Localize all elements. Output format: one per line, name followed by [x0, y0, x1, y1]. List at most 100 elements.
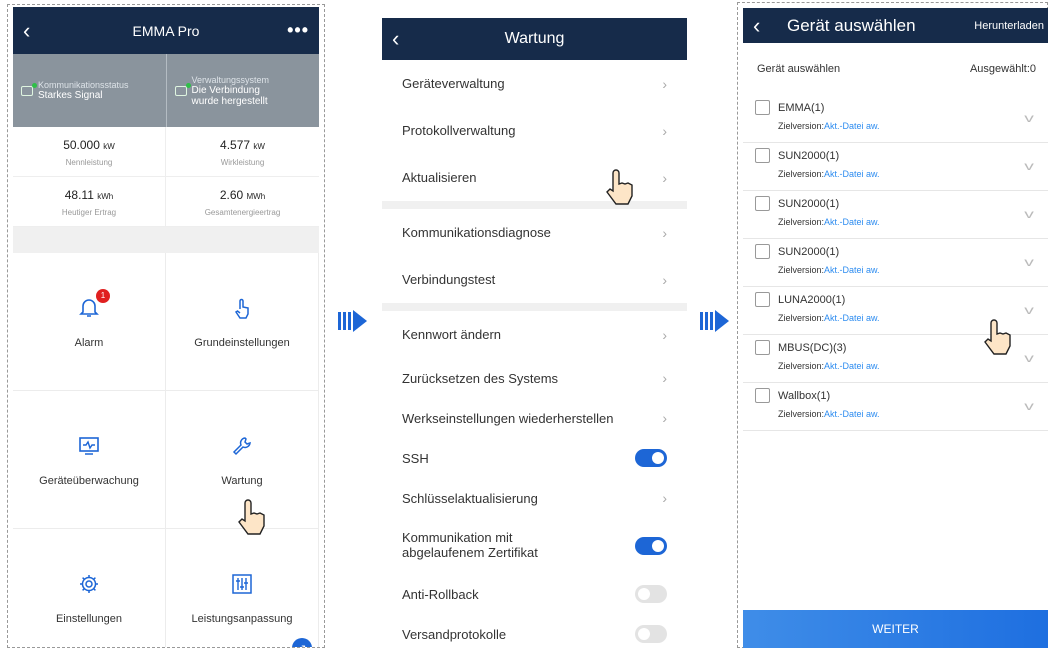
stat-unit: MWh	[246, 192, 266, 201]
shipping-logs-toggle[interactable]	[635, 625, 667, 643]
chevron-down-icon[interactable]: v	[1024, 303, 1034, 317]
version-label: Zielversion:	[778, 361, 825, 371]
back-icon[interactable]: ‹	[753, 14, 760, 37]
stat-unit: kWh	[97, 192, 114, 201]
select-file-link[interactable]: Akt.-Datei aw.	[824, 361, 880, 371]
wrench-icon	[229, 433, 255, 459]
tap-hand-icon	[606, 169, 633, 205]
chevron-down-icon[interactable]: v	[1024, 207, 1034, 221]
expired-certificate-toggle[interactable]	[635, 537, 667, 555]
menu-item-upgrade[interactable]: Aktualisieren ›	[382, 154, 687, 201]
version-label: Zielversion:	[778, 313, 825, 323]
nav-bar: ‹ EMMA Pro •••	[13, 7, 319, 54]
chevron-down-icon[interactable]: v	[1024, 351, 1034, 365]
chevron-right-icon: ›	[662, 370, 667, 386]
menu-item-communication-diagnosis[interactable]: Kommunikationsdiagnose ›	[382, 209, 687, 256]
tap-hand-icon	[238, 499, 265, 535]
signal-icon	[21, 82, 37, 96]
version-label: Zielversion:	[778, 217, 825, 227]
tile-power-adjustment[interactable]: Leistungsanpassung ↗	[166, 529, 319, 647]
device-list: EMMA(1) Zielversion:Akt.-Datei aw. v SUN20…	[743, 95, 1048, 431]
device-checkbox[interactable]	[755, 292, 770, 307]
select-file-link[interactable]: Akt.-Datei aw.	[824, 217, 880, 227]
device-checkbox[interactable]	[755, 148, 770, 163]
tile-alarm[interactable]: 1 Alarm	[13, 253, 166, 391]
menu-item-reset-system[interactable]: Zurücksetzen des Systems ›	[382, 358, 687, 398]
management-system-status: Verwaltungssystem Die Verbindung wurde h…	[165, 54, 320, 127]
select-file-link[interactable]: Akt.-Datei aw.	[824, 313, 880, 323]
stats-grid: 50.000 kW Nennleistung 4.577 kW Wirkleis…	[13, 127, 319, 227]
stat-rated-power: 50.000 kW Nennleistung	[13, 127, 166, 177]
device-name: SUN2000(1)	[778, 197, 840, 210]
device-checkbox[interactable]	[755, 388, 770, 403]
chevron-down-icon[interactable]: v	[1024, 111, 1034, 125]
connection-icon	[174, 82, 191, 96]
select-file-link[interactable]: Akt.-Datei aw.	[824, 169, 880, 179]
tile-basic-settings[interactable]: Grundeinstellungen	[166, 253, 319, 391]
page-title: EMMA Pro	[132, 22, 200, 39]
ssh-toggle[interactable]	[635, 449, 667, 467]
status-bar: Kommunikationsstatus Starkes Signal Verw…	[13, 54, 319, 127]
device-row[interactable]: Wallbox(1) Zielversion:Akt.-Datei aw. v	[743, 383, 1048, 431]
menu-item-ssh: SSH	[382, 438, 687, 478]
stat-label: Nennleistung	[65, 158, 113, 167]
device-row[interactable]: EMMA(1) Zielversion:Akt.-Datei aw. v	[743, 95, 1048, 143]
chevron-down-icon[interactable]: v	[1024, 255, 1034, 269]
select-file-link[interactable]: Akt.-Datei aw.	[824, 409, 880, 419]
select-file-link[interactable]: Akt.-Datei aw.	[824, 121, 880, 131]
version-label: Zielversion:	[778, 265, 825, 275]
chevron-right-icon: ›	[662, 122, 667, 139]
tile-label: Wartung	[221, 474, 263, 487]
device-row[interactable]: SUN2000(1) Zielversion:Akt.-Datei aw. v	[743, 143, 1048, 191]
download-button[interactable]: Herunterladen	[974, 20, 1044, 32]
device-name: SUN2000(1)	[778, 149, 840, 162]
device-checkbox[interactable]	[755, 340, 770, 355]
device-name: LUNA2000(1)	[778, 293, 846, 306]
stat-value: 50.000	[63, 138, 100, 152]
device-name: SUN2000(1)	[778, 245, 840, 258]
more-icon[interactable]: •••	[287, 20, 309, 41]
stat-total-yield: 2.60 MWh Gesamtenergieertrag	[166, 177, 319, 227]
device-checkbox[interactable]	[755, 196, 770, 211]
menu-item-device-management[interactable]: Geräteverwaltung ›	[382, 60, 687, 107]
tile-label: Alarm	[74, 336, 104, 349]
alarm-count-badge: 1	[96, 288, 110, 303]
menu-label: SSH	[402, 450, 429, 466]
stat-active-power: 4.577 kW Wirkleistung	[166, 127, 319, 177]
chevron-right-icon: ›	[662, 169, 667, 186]
device-checkbox[interactable]	[755, 100, 770, 115]
tap-hand-icon	[984, 319, 1011, 355]
settings-group-2: Kommunikationsdiagnose › Verbindungstest ›	[382, 209, 687, 303]
device-checkbox[interactable]	[755, 244, 770, 259]
menu-label: Zurücksetzen des Systems	[402, 370, 559, 386]
menu-label: Kennwort ändern	[402, 327, 502, 342]
tile-settings[interactable]: Einstellungen	[13, 529, 166, 647]
step-arrow-icon	[338, 310, 367, 332]
menu-item-key-update[interactable]: Schlüsselaktualisierung ›	[382, 478, 687, 518]
floating-chart-icon[interactable]: ↗	[292, 638, 312, 647]
stat-value: 48.11	[64, 188, 94, 202]
gear-icon	[76, 571, 102, 597]
menu-item-log-management[interactable]: Protokollverwaltung ›	[382, 107, 687, 154]
selection-header: Gerät auswählen Ausgewählt:0	[743, 43, 1048, 95]
menu-label: Anti-Rollback	[402, 586, 479, 602]
chevron-down-icon[interactable]: v	[1024, 159, 1034, 173]
device-row[interactable]: SUN2000(1) Zielversion:Akt.-Datei aw. v	[743, 191, 1048, 239]
status-label: Kommunikationsstatus	[38, 80, 129, 90]
menu-label: Geräteverwaltung	[402, 76, 505, 91]
tile-device-monitoring[interactable]: Geräteüberwachung	[13, 391, 166, 529]
select-file-link[interactable]: Akt.-Datei aw.	[824, 265, 880, 275]
anti-rollback-toggle[interactable]	[635, 585, 667, 603]
sliders-icon	[229, 571, 255, 597]
chevron-down-icon[interactable]: v	[1024, 399, 1034, 413]
next-button[interactable]: WEITER	[743, 610, 1048, 648]
tutorial-canvas: ‹ EMMA Pro ••• Kommunikationsstatus Star…	[0, 0, 1048, 648]
menu-item-connection-test[interactable]: Verbindungstest ›	[382, 256, 687, 303]
chevron-right-icon: ›	[662, 224, 667, 241]
back-icon[interactable]: ‹	[23, 19, 30, 42]
menu-item-factory-reset[interactable]: Werkseinstellungen wiederherstellen ›	[382, 398, 687, 438]
status-label: Verwaltungssystem	[191, 74, 270, 85]
menu-item-change-password[interactable]: Kennwort ändern ›	[382, 311, 687, 358]
device-row[interactable]: SUN2000(1) Zielversion:Akt.-Datei aw. v	[743, 239, 1048, 287]
back-icon[interactable]: ‹	[392, 28, 399, 50]
